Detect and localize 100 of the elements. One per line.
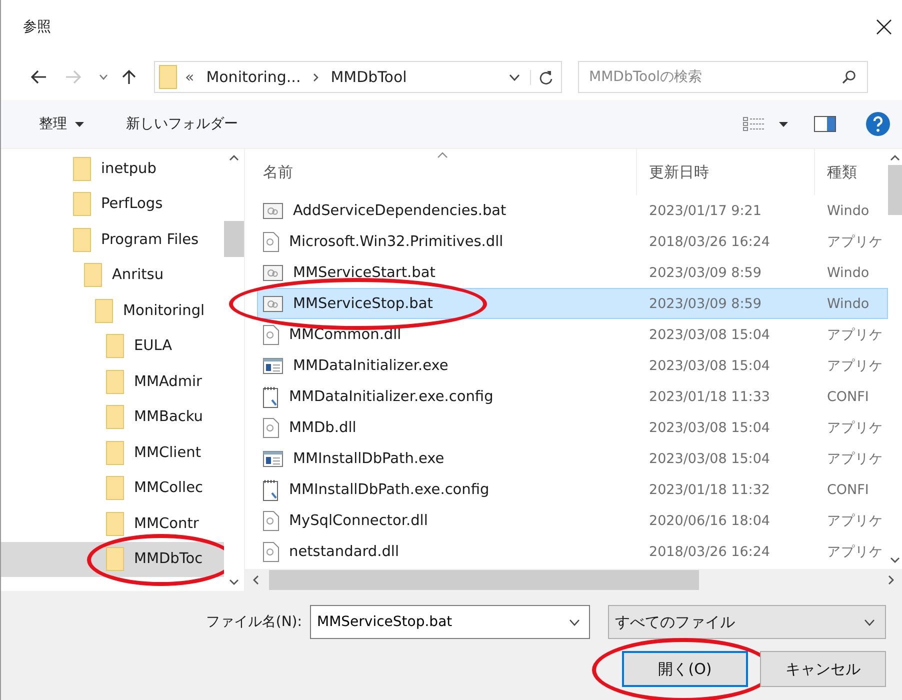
file-type: アプリケ [826,232,884,252]
file-type: アプリケ [826,450,884,468]
column-header[interactable]: 種類 [815,149,888,195]
breadcrumb-item[interactable]: Monitoring... [206,68,301,86]
file-row[interactable]: MMServiceStop.bat 2023/03/09 8:59 Windo [257,288,888,319]
tree-item[interactable]: EULA [1,328,224,364]
file-type-dropdown[interactable]: すべてのファイル [608,605,886,639]
dropdown-caret-icon[interactable] [509,74,520,80]
scroll-right-icon[interactable] [888,575,894,585]
folder-label: Anritsu [112,267,164,284]
refresh-icon[interactable] [530,70,553,84]
dialog-button[interactable]: 開く(O) [622,651,748,687]
tree-item[interactable]: MMBacku [1,400,224,435]
search-icon[interactable] [842,70,856,84]
file-name-field[interactable]: MMServiceStop.bat [310,605,590,639]
folder-label: MMCollec [134,480,203,496]
tree-item[interactable]: Anritsu [1,258,224,293]
column-header[interactable]: 名前 [257,149,637,195]
file-date: 2018/03/26 16:24 [648,232,772,252]
view-options-icon[interactable] [743,116,765,132]
tree-item[interactable]: MMDbToc [1,542,224,577]
notepad-icon [263,386,279,408]
batch-file-icon [263,202,283,218]
application-window-icon [263,358,283,374]
tree-item[interactable]: Program Files [1,222,224,258]
application-window-icon [263,450,283,466]
folder-icon [106,370,124,394]
file-row[interactable]: MMDataInitializer.exe 2023/03/08 15:04 アプリケ [257,350,888,381]
dialog-button[interactable]: キャンセル [760,651,886,687]
file-name-label: ファイル名(N): [206,613,302,631]
file-row[interactable]: netstandard.dll 2018/03/26 16:24 アプリケ [257,536,888,567]
organize-button[interactable]: 整理 [31,111,92,137]
document-gear-icon [263,418,279,438]
file-name: Microsoft.Win32.Primitives.dll [289,234,504,250]
scroll-up-icon[interactable] [890,155,900,161]
folder-label: MMBacku [134,409,203,426]
column-header[interactable]: 更新日時 [637,149,815,195]
file-row[interactable]: AddServiceDependencies.bat 2023/01/17 9:21 Windo [257,195,888,226]
scroll-up-icon[interactable] [229,155,239,161]
document-gear-icon [263,324,279,344]
scroll-thumb[interactable] [888,165,902,215]
file-name: MySqlConnector.dll [289,512,428,528]
file-name: MMDataInitializer.exe.config [289,388,494,404]
up-arrow-icon[interactable] [122,69,136,85]
file-row[interactable]: MySqlConnector.dll 2020/06/16 18:04 アプリケ [257,505,888,536]
tree-item[interactable]: Monitoringl [1,293,224,328]
breadcrumb-overflow[interactable]: « [185,68,194,86]
folder-icon [106,334,124,358]
scroll-thumb[interactable] [224,221,244,257]
scroll-thumb[interactable] [269,570,699,590]
tree-item[interactable]: PerfLogs [1,186,224,222]
tree-item[interactable]: MMClient [1,435,224,470]
folder-icon [106,512,124,536]
file-row[interactable]: MMDataInitializer.exe.config 2023/01/18 11:33 CONFI [257,381,888,412]
tree-item[interactable]: MMAdmir [1,364,224,400]
tree-item[interactable]: MMCollec [1,470,224,506]
folder-icon [73,192,91,216]
back-arrow-icon[interactable] [31,70,47,84]
scroll-down-icon[interactable] [890,557,900,563]
folder-label: inetpub [101,160,156,177]
folder-label: EULA [134,338,172,354]
dropdown-caret-icon[interactable] [569,619,580,626]
tree-item[interactable]: MMContr [1,506,224,542]
scroll-down-icon[interactable] [229,579,239,585]
scrollbar[interactable] [245,569,902,591]
close-icon[interactable] [876,19,892,35]
tree-item[interactable]: inetpub [1,151,224,186]
folder-label: MMDbToc [134,551,203,568]
dropdown-caret-icon [864,618,875,626]
file-date: 2023/03/08 15:04 [648,326,772,344]
column-title: 名前 [263,162,293,182]
file-date: 2023/03/09 8:59 [648,294,762,314]
preview-pane-icon[interactable] [814,116,836,132]
help-icon[interactable] [866,112,890,136]
file-name: MMDb.dll [289,420,356,436]
file-row[interactable]: MMCommon.dll 2023/03/08 15:04 アプリケ [257,319,888,350]
file-row[interactable]: MMInstallDbPath.exe.config 2023/01/18 11:32 CONFI [257,474,888,505]
file-row[interactable]: Microsoft.Win32.Primitives.dll 2018/03/26 16:24 アプリケ [257,226,888,257]
window-title: 参照 [23,18,51,36]
search-field[interactable]: MMDbToolの検索 [578,61,868,93]
folder-icon [106,547,124,572]
sort-ascending-icon [437,152,448,158]
folder-icon [73,156,91,181]
file-row[interactable]: MMServiceStart.bat 2023/03/09 8:59 Windo [257,257,888,288]
file-name: MMDataInitializer.exe [293,358,448,374]
folder-icon [106,405,124,430]
new-folder-button[interactable]: 新しいフォルダー [118,111,246,137]
breadcrumb-item[interactable]: MMDbTool [330,68,407,86]
caret-icon[interactable] [779,122,788,126]
scroll-left-icon[interactable] [253,575,259,585]
folder-label: PerfLogs [101,196,163,212]
file-row[interactable]: MMDb.dll 2023/03/08 15:04 アプリケ [257,412,888,443]
folder-icon [73,228,91,252]
chevron-right-icon [312,72,319,82]
folder-icon [106,440,124,465]
file-name: MMServiceStop.bat [293,296,433,312]
file-row[interactable]: MMInstallDbPath.exe 2023/03/08 15:04 アプリケ [257,443,888,474]
address-bar[interactable]: « Monitoring... MMDbTool [154,61,562,93]
file-type: アプリケ [826,326,884,344]
dropdown-caret-icon[interactable] [99,74,108,80]
